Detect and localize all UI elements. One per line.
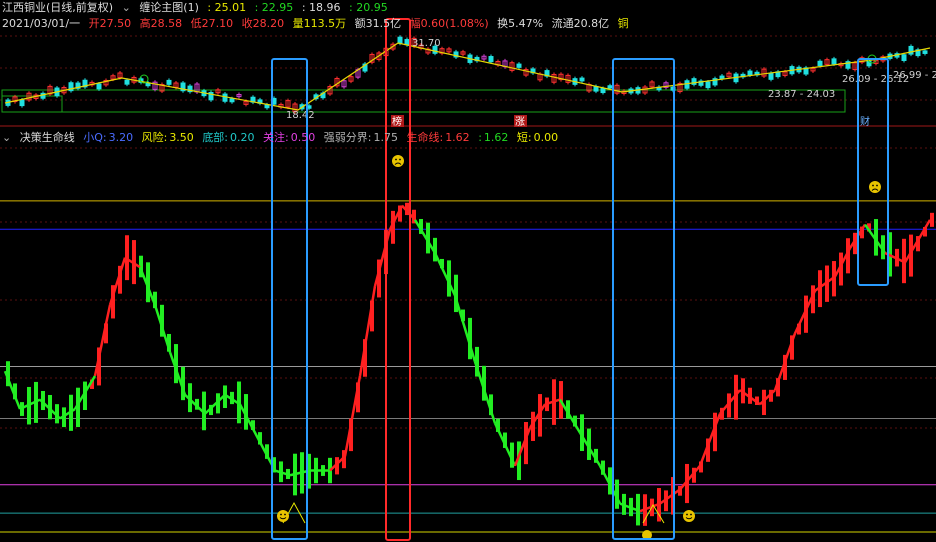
sad-face-icon-eye [399,158,401,161]
life-line-segment [3,370,22,410]
pivot-zone [1,89,846,113]
signal-badge-text: 榜 [392,115,402,128]
upper-candle [19,99,25,107]
life-line-segment [413,219,437,254]
pivot-range-label: 23.87 - 24.03 [768,89,835,100]
upper-candle [264,104,270,109]
lower-item-value: 3.20 [108,131,134,144]
upper-candle [166,79,172,85]
indicator-value-3: : 18.96 [301,1,341,14]
price-label-high: 31.70 [412,38,441,49]
upper-candle [908,45,914,55]
float-shares: 流通20.8亿 [551,17,610,30]
lower-item-label: 底部: [202,131,229,144]
indicator-value-4: : 20.95 [349,1,388,14]
bar-date: 2021/03/01/一 [2,17,81,30]
open-price: 开27.50 [88,17,132,30]
upper-candle [719,75,725,80]
sad-face-icon [869,181,881,193]
lower-item-value: 0.00 [533,131,559,144]
upper-candle [222,93,228,102]
upper-candle [229,98,235,103]
sad-face-icon [392,155,404,167]
sad-face-icon-eye [876,184,878,187]
header-row-1: 江西铜业(日线,前复权) ⌄ 缠论主图(1) : 25.01 : 22.95 :… [2,1,393,15]
pivot-range-label: 26.99 - 2 [893,70,936,81]
lower-item-label: 强弱分界: [323,131,372,144]
happy-face-icon-eye [284,513,286,516]
upper-candle [488,56,494,63]
life-line-segment [903,219,932,264]
upper-candle [579,77,585,82]
happy-face-icon-eye [690,513,692,516]
indicator-value-2: : 22.95 [254,1,294,14]
upper-candle [747,70,753,76]
lower-dropdown-icon[interactable]: ⌄ [2,131,11,144]
header-row-2: 2021/03/01/一 开27.50 高28.58 低27.10 收28.20… [2,17,634,31]
highlight-box-red [385,18,411,541]
upper-candle [607,85,613,89]
pivot-zone-small [1,95,63,113]
lower-item-value: 0.20 [230,131,255,144]
lower-bar [930,212,934,227]
lower-indicator-name[interactable]: 决策生命线 [20,131,75,144]
upper-candle [600,87,606,94]
life-line-segment [433,252,457,297]
price-label-low: 18.42 [286,110,315,121]
life-line-segment [773,332,797,391]
happy-face-icon-eye [686,513,688,516]
chart-window: { "header": { "stock": "江西铜业(日线,前复权)", "… [0,0,936,542]
signal-badge-text: 涨 [515,116,525,128]
happy-face-icon [683,510,695,522]
stock-title: 江西铜业(日线,前复权) [2,1,114,14]
life-line-segment [679,464,701,491]
sad-face-icon-eye [395,158,397,161]
indicator-name[interactable]: 缠论主图(1) [139,1,199,14]
upper-candle [768,72,774,80]
upper-candle [817,60,823,67]
lower-item-label: 风险: [141,131,168,144]
upper-candle [705,81,711,89]
sad-face-icon-eye [872,184,874,187]
signal-badge-text: 财 [860,115,870,128]
chart-canvas: 18.4231.7023.87 - 24.0326.09 - 26.1226.9… [0,18,936,541]
upper-candle [684,80,690,89]
upper-candle [404,39,410,46]
lower-item-label: 小Q: [83,131,107,144]
lower-item-value: 1.75 [373,131,398,144]
lower-item-label: 生命线: [406,131,444,144]
highlight-box-blue [612,58,675,540]
change: 幅0.60(1.08%) [409,17,489,30]
lower-item-label: : [478,131,482,144]
lower-item-value: 3.50 [169,131,194,144]
turnover: 换5.47% [497,17,544,30]
life-line-segment [238,403,262,443]
life-line-segment [204,393,226,415]
upper-candle [831,58,837,65]
upper-candle [516,63,522,68]
high-price: 高28.58 [139,17,183,30]
volume: 量113.5万 [292,17,347,30]
low-price: 低27.10 [190,17,234,30]
upper-candle [397,36,403,44]
indicator-value-1: : 25.01 [207,1,247,14]
happy-face-icon [277,510,289,522]
upper-candle [96,83,102,90]
upper-candle [901,54,907,61]
lower-item-value: 1.62 [483,131,509,144]
lower-item-value: 1.62 [445,131,470,144]
close-price: 收28.20 [241,17,285,30]
amount: 额31.5亿 [354,17,402,30]
happy-face-icon-eye [280,513,282,516]
lower-item-value: 0.50 [290,131,316,144]
life-line-segment [108,257,127,306]
indicator-dropdown-icon[interactable]: ⌄ [122,1,131,14]
lower-item-label: 关注: [263,131,289,144]
upper-candle [922,50,928,54]
upper-candle [124,79,130,85]
lower-item-label: 短: [516,131,532,144]
lower-indicator-row: ⌄ 决策生命线 小Q: 3.20 风险: 3.50 底部: 0.20 关注: 0.50 … [2,131,563,145]
sector-tag: 铜 [617,17,629,30]
life-line-segment [659,488,681,505]
